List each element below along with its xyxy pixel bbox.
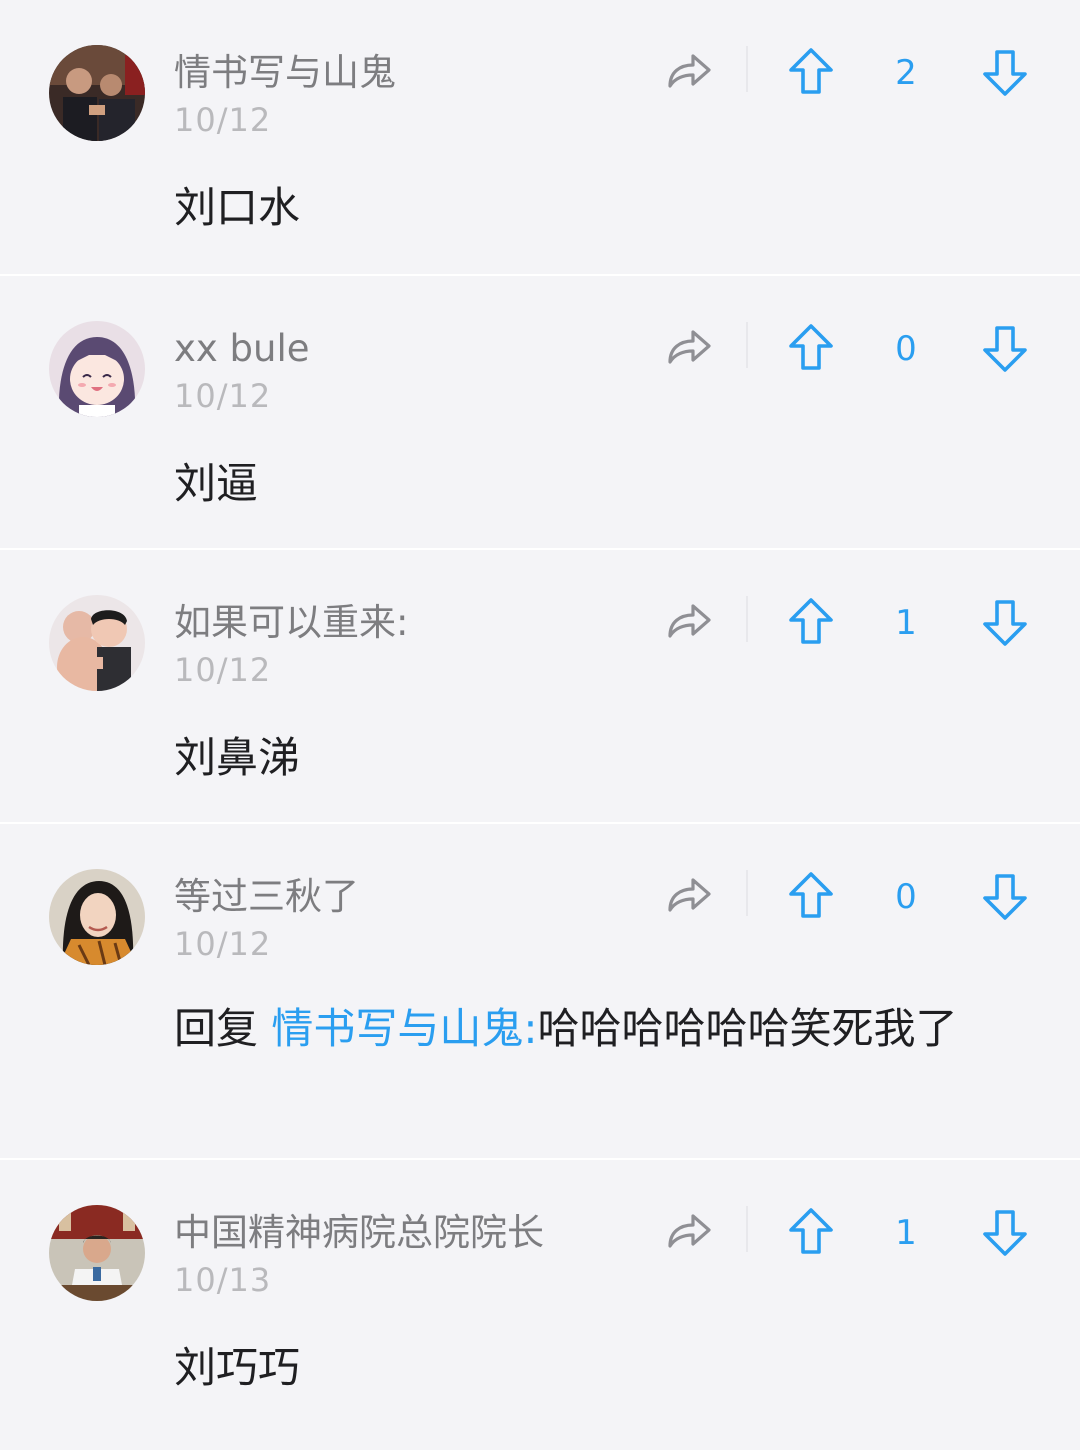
user-avatar[interactable]	[49, 1205, 145, 1301]
comment-date: 10/12	[174, 377, 272, 415]
arrow-up-outline-icon	[789, 1208, 833, 1254]
comment-date: 10/12	[174, 101, 272, 139]
comment-text: 刘鼻涕	[174, 733, 301, 782]
arrow-up-outline-icon	[789, 598, 833, 644]
comment-text: 回复 情书写与山鬼:哈哈哈哈哈哈笑死我了	[174, 999, 1014, 1059]
divider	[746, 1206, 748, 1252]
username[interactable]: 中国精神病院总院院长	[174, 1210, 544, 1256]
share-arrow-icon	[668, 54, 711, 88]
arrow-down-outline-icon	[983, 874, 1027, 920]
username[interactable]: 等过三秋了	[174, 874, 359, 920]
arrow-down-outline-icon	[983, 326, 1027, 372]
divider	[746, 322, 748, 368]
username[interactable]: 情书写与山鬼	[174, 50, 396, 96]
comment-item: xx bule 10/12 0 刘逼	[0, 274, 1080, 548]
downvote-button[interactable]	[980, 46, 1030, 98]
reply-prefix: 回复	[174, 1004, 259, 1053]
share-arrow-icon	[668, 604, 711, 638]
user-avatar[interactable]	[49, 321, 145, 417]
upvote-button[interactable]	[786, 870, 836, 922]
comment-list: 情书写与山鬼 10/12 2 刘口水 xx bule 10/12 0 刘逼 如果…	[0, 0, 1080, 1450]
share-button[interactable]	[663, 870, 715, 922]
share-button[interactable]	[663, 596, 715, 648]
share-arrow-icon	[668, 330, 711, 364]
comment-date: 10/12	[174, 925, 272, 963]
user-avatar[interactable]	[49, 595, 145, 691]
reply-body: 哈哈哈哈哈哈笑死我了	[537, 1004, 958, 1053]
share-button[interactable]	[663, 46, 715, 98]
vote-count: 1	[895, 603, 917, 643]
vote-count: 0	[895, 329, 917, 369]
share-button[interactable]	[663, 1206, 715, 1258]
comment-text: 刘逼	[174, 459, 259, 508]
vote-count: 1	[895, 1213, 917, 1253]
arrow-up-outline-icon	[789, 48, 833, 94]
arrow-up-outline-icon	[789, 872, 833, 918]
share-arrow-icon	[668, 1214, 711, 1248]
comment-item: 中国精神病院总院院长 10/13 1 刘巧巧	[0, 1158, 1080, 1450]
comment-date: 10/12	[174, 651, 272, 689]
user-avatar[interactable]	[49, 45, 145, 141]
vote-count: 2	[895, 53, 917, 93]
downvote-button[interactable]	[980, 322, 1030, 374]
comment-item: 情书写与山鬼 10/12 2 刘口水	[0, 0, 1080, 272]
downvote-button[interactable]	[980, 596, 1030, 648]
share-button[interactable]	[663, 322, 715, 374]
comment-text: 刘巧巧	[174, 1343, 301, 1392]
user-avatar[interactable]	[49, 869, 145, 965]
vote-count: 0	[895, 877, 917, 917]
comment-date: 10/13	[174, 1261, 272, 1299]
upvote-button[interactable]	[786, 1206, 836, 1258]
downvote-button[interactable]	[980, 1206, 1030, 1258]
divider	[746, 46, 748, 92]
upvote-button[interactable]	[786, 46, 836, 98]
divider	[746, 870, 748, 916]
arrow-down-outline-icon	[983, 1210, 1027, 1256]
arrow-up-outline-icon	[789, 324, 833, 370]
arrow-down-outline-icon	[983, 600, 1027, 646]
comment-item: 等过三秋了 10/12 0 回复 情书写与山鬼:哈哈哈哈哈哈笑死我了	[0, 822, 1080, 1158]
upvote-button[interactable]	[786, 322, 836, 374]
username[interactable]: 如果可以重来:	[174, 600, 408, 646]
share-arrow-icon	[668, 878, 711, 912]
comment-text: 刘口水	[174, 183, 301, 232]
username[interactable]: xx bule	[174, 326, 310, 372]
divider	[746, 596, 748, 642]
comment-item: 如果可以重来: 10/12 1 刘鼻涕	[0, 548, 1080, 822]
downvote-button[interactable]	[980, 870, 1030, 922]
arrow-down-outline-icon	[983, 50, 1027, 96]
upvote-button[interactable]	[786, 596, 836, 648]
reply-target-username[interactable]: 情书写与山鬼:	[271, 1004, 537, 1053]
